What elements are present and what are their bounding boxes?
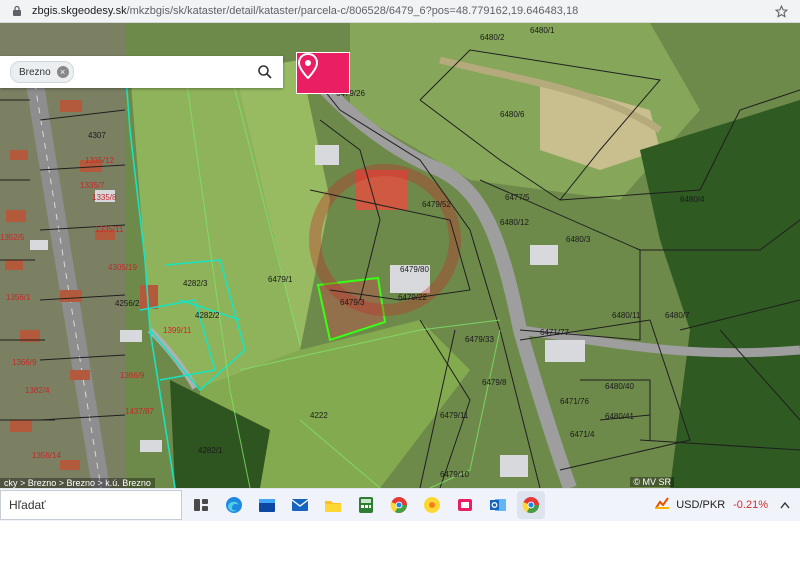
location-chip[interactable]: Brezno × <box>10 61 74 83</box>
search-icon[interactable] <box>257 64 273 80</box>
map-canvas: 6480/1 6480/2 6480/6 6479/26 6479/52 647… <box>0 23 800 488</box>
cadastral-map[interactable]: 6480/1 6480/2 6480/6 6479/26 6479/52 647… <box>0 23 800 488</box>
parcel-label: 6480/6 <box>500 110 525 119</box>
parcel-label: 6471/76 <box>560 397 589 406</box>
store-icon[interactable] <box>253 491 281 519</box>
building-label: 1437/87 <box>125 407 154 416</box>
parcel-label: 6479/22 <box>398 293 427 302</box>
parcel-label: 6480/2 <box>480 33 505 42</box>
url-text[interactable]: zbgis.skgeodesy.sk/mkzbgis/sk/kataster/d… <box>32 5 762 17</box>
parcel-label: 4222 <box>310 411 328 420</box>
building-label: 4305/19 <box>108 263 137 272</box>
taskbar-search-box[interactable]: Hľadať <box>0 490 182 520</box>
parcel-label: 6480/40 <box>605 382 634 391</box>
map-search-box[interactable]: Brezno × <box>0 56 283 88</box>
parcel-label: 6477/5 <box>505 193 530 202</box>
photos-icon[interactable] <box>418 491 446 519</box>
mail-icon[interactable] <box>286 491 314 519</box>
parcel-label: 4307 <box>88 131 106 140</box>
parcel-label: 6471/77 <box>540 328 569 337</box>
building-label: 1366/9 <box>12 358 37 367</box>
parcel-label: 6480/7 <box>665 311 690 320</box>
parcel-label: 6479/80 <box>400 265 429 274</box>
building-label: 1356/1 <box>6 293 31 302</box>
explorer-icon[interactable] <box>319 491 347 519</box>
chevron-up-icon[interactable] <box>778 498 792 512</box>
address-bar[interactable]: zbgis.skgeodesy.sk/mkzbgis/sk/kataster/d… <box>0 0 800 23</box>
system-tray: USD/PKR -0.21% <box>654 489 800 521</box>
parcel-label: 4282/2 <box>195 311 220 320</box>
building-label: 1335/11 <box>95 225 124 234</box>
location-pin-button[interactable] <box>296 52 350 94</box>
parcel-label: 6479/52 <box>422 200 451 209</box>
edge-icon[interactable] <box>220 491 248 519</box>
chrome-active-icon[interactable] <box>517 491 545 519</box>
bookmark-star-icon[interactable] <box>774 4 788 18</box>
building-label: 1335/8 <box>92 193 117 202</box>
building-label: 1366/9 <box>120 371 145 380</box>
chrome-icon[interactable] <box>385 491 413 519</box>
parcel-label: 6479/33 <box>465 335 494 344</box>
currency-pair[interactable]: USD/PKR <box>676 499 725 511</box>
map-attribution: © MV SR <box>630 477 674 487</box>
site-info-icon[interactable] <box>10 4 24 18</box>
building-label: 1335/7 <box>80 181 105 190</box>
url-host: zbgis.skgeodesy.sk <box>32 5 127 17</box>
building-label: 1335/12 <box>85 156 114 165</box>
calculator-icon[interactable] <box>352 491 380 519</box>
building-label: 1382/4 <box>25 386 50 395</box>
currency-change: -0.21% <box>733 499 768 511</box>
windows-taskbar: Hľadať USD/PKR -0.21% <box>0 488 800 521</box>
building-label: 1399/11 <box>163 326 192 335</box>
parcel-label: 6480/1 <box>530 26 555 35</box>
parcel-label: 6479/11 <box>440 411 469 420</box>
parcel-label: 4282/1 <box>198 446 223 455</box>
parcel-label: 4282/3 <box>183 279 208 288</box>
map-pin-icon <box>297 53 319 79</box>
taskbar-search-placeholder: Hľadať <box>9 498 46 512</box>
location-chip-label: Brezno <box>19 66 51 78</box>
parcel-label: 6479/1 <box>268 275 293 284</box>
parcel-label: 6480/41 <box>605 412 634 421</box>
app-icon[interactable] <box>451 491 479 519</box>
outlook-icon[interactable] <box>484 491 512 519</box>
parcel-label: 6480/4 <box>680 195 705 204</box>
parcel-label: 6480/11 <box>612 311 641 320</box>
parcel-label: 6479/10 <box>440 470 469 479</box>
parcel-label: 6479/3 <box>340 298 365 307</box>
breadcrumb[interactable]: cky > Brezno > Brezno > k.ú. Brezno <box>0 478 155 488</box>
parcel-label: 6471/4 <box>570 430 595 439</box>
chip-remove-icon[interactable]: × <box>56 66 69 78</box>
building-label: 1356/14 <box>32 451 61 460</box>
parcel-label: 6479/8 <box>482 378 507 387</box>
parcel-label: 6480/12 <box>500 218 529 227</box>
parcel-label: 4256/2 <box>115 299 140 308</box>
widgets-icon[interactable] <box>187 491 215 519</box>
trend-icon[interactable] <box>654 496 670 515</box>
parcel-label: 6480/3 <box>566 235 591 244</box>
building-label: 1352/5 <box>0 233 25 242</box>
url-path: /mkzbgis/sk/kataster/detail/kataster/par… <box>126 5 579 17</box>
